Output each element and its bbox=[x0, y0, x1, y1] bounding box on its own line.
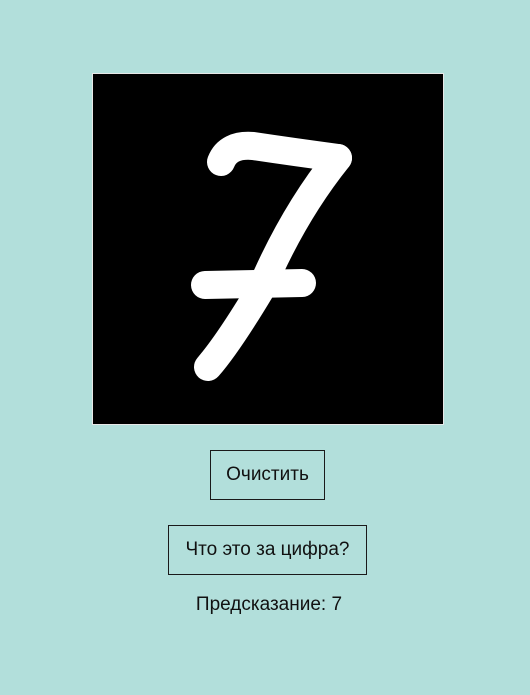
clear-button[interactable]: Очистить bbox=[210, 450, 325, 500]
digit-diagonal-stroke bbox=[194, 144, 352, 381]
drawing-canvas[interactable] bbox=[92, 73, 444, 425]
prediction-result: Предсказание: 7 bbox=[0, 594, 530, 616]
digit-crossbar-stroke bbox=[191, 269, 316, 299]
handwritten-digit-drawing bbox=[191, 131, 352, 381]
prediction-label: Предсказание: bbox=[195, 594, 327, 615]
predict-button[interactable]: Что это за цифра? bbox=[168, 525, 367, 575]
prediction-value: 7 bbox=[331, 594, 343, 615]
